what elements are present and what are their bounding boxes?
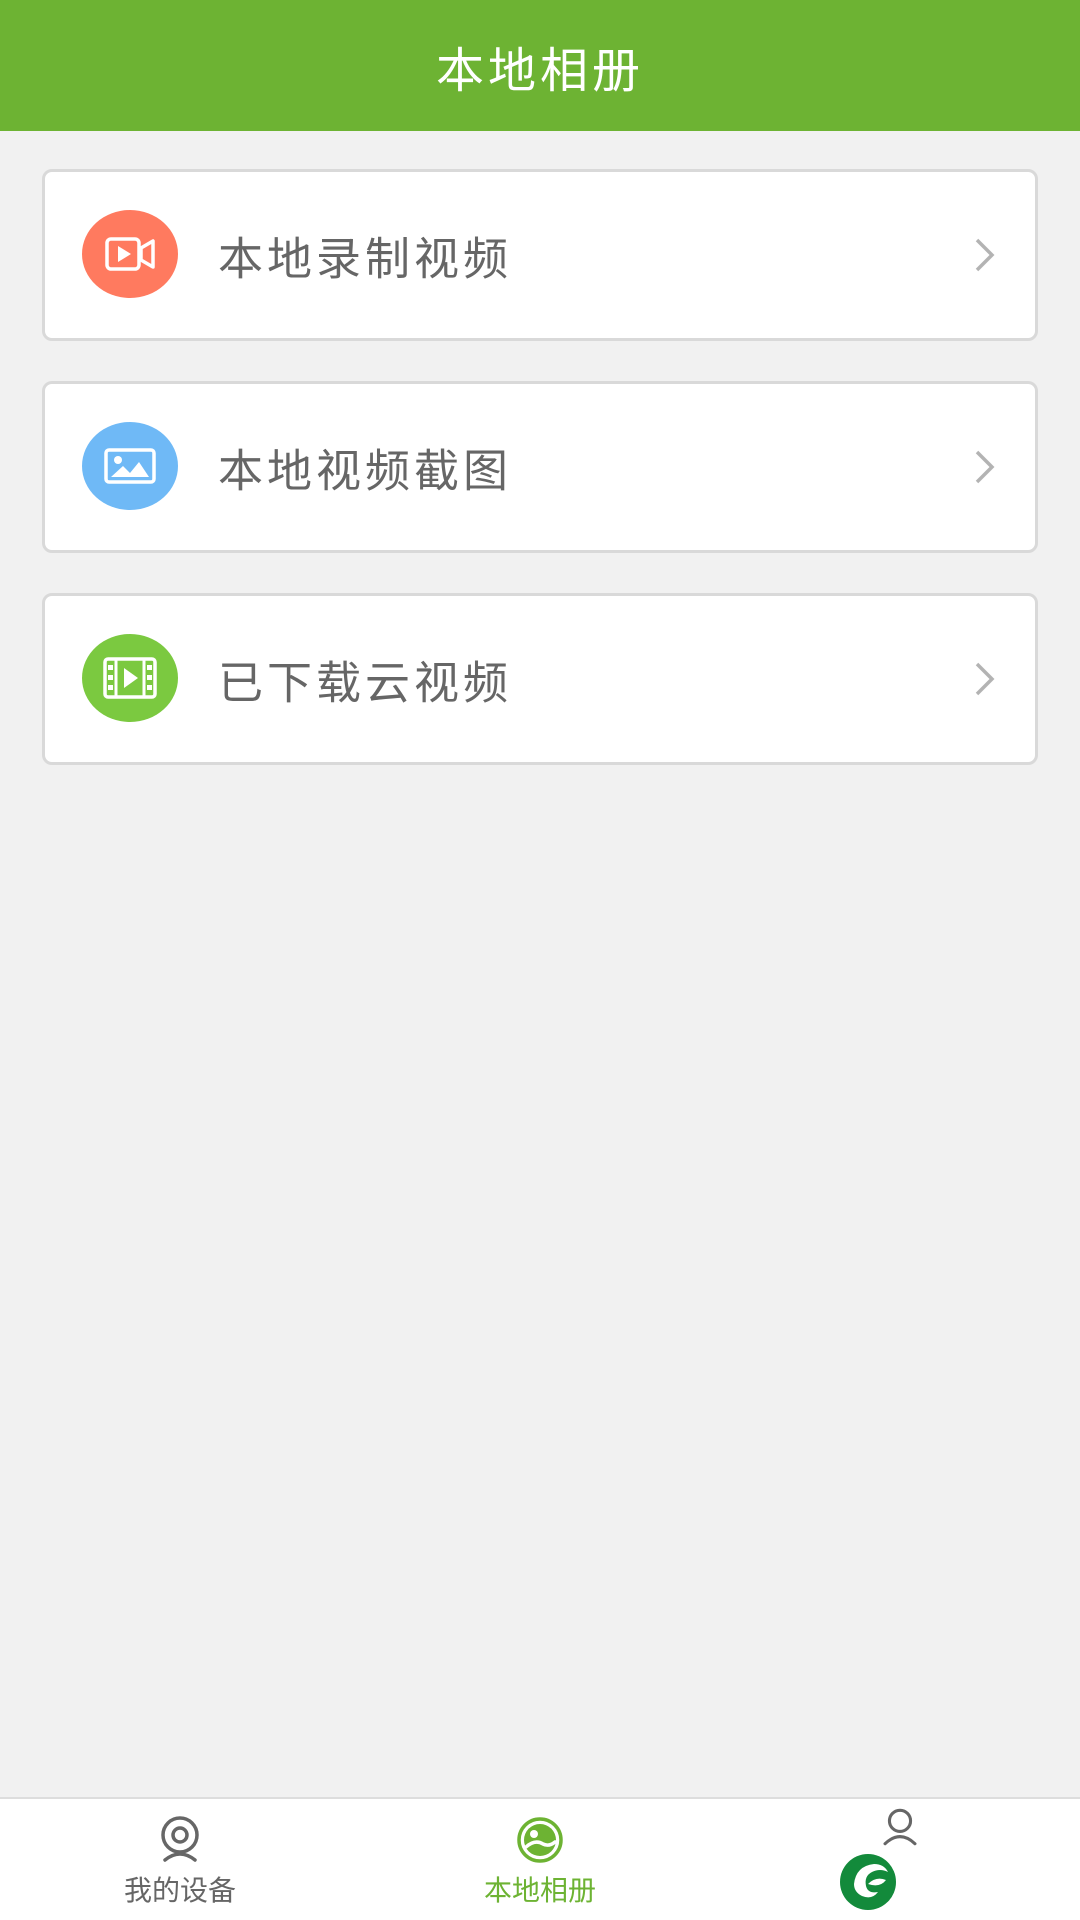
bottom-tab-bar: 我的设备 本地相册 (0, 1797, 1080, 1920)
chevron-right-icon (975, 662, 995, 696)
menu-item-local-recordings[interactable]: 本地录制视频 (42, 169, 1038, 341)
app-header: 本地相册 (0, 0, 1080, 131)
screen: 本地相册 本地录制视频 本地视频截图 已下载云视频 我的设备 本地相册 (0, 0, 1080, 1920)
camera-device-icon (161, 1816, 199, 1862)
page-title: 本地相册 (435, 42, 644, 99)
tab-local-album[interactable]: 本地相册 (360, 1799, 720, 1920)
tab-my-devices[interactable]: 我的设备 (0, 1799, 360, 1920)
album-icon (517, 1817, 563, 1863)
chevron-right-icon (975, 450, 995, 484)
tab-label: 本地相册 (483, 1874, 596, 1907)
menu-item-local-screenshots[interactable]: 本地视频截图 (42, 381, 1038, 553)
menu-item-label: 已下载云视频 (218, 656, 513, 710)
tab-profile[interactable] (720, 1799, 1080, 1920)
image-icon (82, 422, 178, 510)
menu-item-label: 本地录制视频 (218, 232, 513, 286)
chevron-right-icon (975, 238, 995, 272)
brand-logo-icon (840, 1854, 896, 1910)
video-camera-icon (82, 210, 178, 298)
menu-item-label: 本地视频截图 (218, 444, 513, 498)
album-menu-list: 本地录制视频 本地视频截图 已下载云视频 (42, 169, 1038, 805)
film-icon (82, 634, 178, 722)
user-icon (883, 1808, 917, 1846)
tab-label: 我的设备 (123, 1874, 236, 1907)
menu-item-downloaded-cloud-videos[interactable]: 已下载云视频 (42, 593, 1038, 765)
